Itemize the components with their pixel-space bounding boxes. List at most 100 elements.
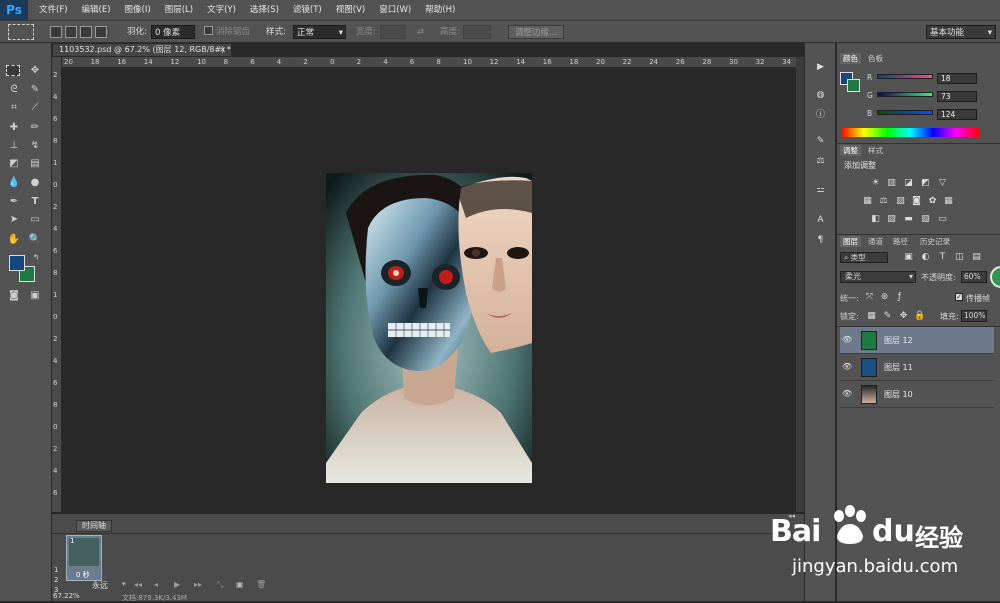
layer-filter-select[interactable]: ⌕ 类型 [840,252,888,263]
refine-edge-button[interactable]: 调整边缘... [508,25,565,39]
exposure-icon[interactable]: ◩ [920,178,931,189]
eye-icon[interactable]: 👁 [842,335,852,345]
color-lookup-icon[interactable]: ▦ [943,196,954,207]
tab-adjustments[interactable]: 调整 [840,145,861,156]
color-spectrum[interactable] [841,128,979,137]
g-value[interactable]: 73 [937,91,977,102]
brush-tool-icon[interactable]: ✏ [27,121,43,135]
b-slider[interactable] [877,110,933,115]
lock-pixels-icon[interactable]: ✎ [882,311,893,322]
lock-all-icon[interactable]: 🔒 [914,311,925,322]
duplicate-frame-icon[interactable]: ▣ [236,580,244,589]
foreground-color-swatch[interactable] [9,255,25,271]
intersect-selection-icon[interactable] [95,26,107,38]
canvas-scrollbar[interactable] [796,57,804,512]
tab-channels[interactable]: 通道 [865,236,886,247]
filter-pixel-icon[interactable]: ▣ [903,252,914,263]
layer-row[interactable]: 👁 图层 12 [840,327,994,354]
feather-input[interactable]: 0 像素 [151,25,195,39]
vibrance-icon[interactable]: ▽ [937,178,948,189]
healing-brush-tool-icon[interactable]: ✚ [6,121,22,135]
play-action-icon[interactable]: ▶ [815,62,826,73]
lock-transparent-icon[interactable]: ▦ [866,311,877,322]
shape-tool-icon[interactable]: ▭ [27,213,43,227]
blur-tool-icon[interactable]: 💧 [6,176,22,190]
filter-type-icon[interactable]: T [937,252,948,263]
unify-style-icon[interactable]: ƒ [894,292,905,303]
tab-paths[interactable]: 路径 [890,236,911,247]
antialias-checkbox[interactable] [204,26,213,35]
opacity-input[interactable]: 60% [961,271,987,283]
prev-frame-icon[interactable]: ◂ [154,580,158,589]
eyedropper-tool-icon[interactable]: ⟋ [27,101,43,115]
character-icon[interactable]: A [815,215,826,226]
document-tab[interactable]: 1103532.psd @ 67.2% (图层 12, RGB/8#) * × [52,43,232,57]
marquee-tool-preset-icon[interactable] [8,24,34,40]
menu-image[interactable]: 图像(I) [118,0,158,20]
next-frame-icon[interactable]: ▸▸ [194,580,202,589]
menu-view[interactable]: 视图(V) [329,0,372,20]
history-brush-tool-icon[interactable]: ↯ [27,139,43,153]
delete-frame-icon[interactable]: 🗑 [256,580,266,589]
tab-history[interactable]: 历史记录 [917,236,953,247]
posterize-icon[interactable]: ▨ [886,214,897,225]
blend-mode-select[interactable]: 柔光 ▾ [840,271,916,283]
selective-color-icon[interactable]: ▧ [920,214,931,225]
brightness-icon[interactable]: ☀ [870,178,881,189]
unify-visibility-icon[interactable]: ⊛ [879,292,890,303]
threshold-icon[interactable]: ▬ [903,214,914,225]
tab-layers[interactable]: 图层 [840,236,861,247]
close-icon[interactable]: × [219,44,226,56]
adjustments-icon[interactable]: ◍ [815,90,826,101]
menu-help[interactable]: 帮助(H) [418,0,462,20]
gradient-map-icon[interactable]: ▭ [937,214,948,225]
b-value[interactable]: 124 [937,109,977,120]
layer-row[interactable]: 👁 图层 10 [840,381,994,408]
subtract-selection-icon[interactable] [80,26,92,38]
tween-icon[interactable]: ⤡ [217,580,223,590]
menu-edit[interactable]: 编辑(E) [75,0,118,20]
hue-saturation-icon[interactable]: ▦ [862,196,873,207]
channel-mixer-icon[interactable]: ✿ [927,196,938,207]
doc-info[interactable]: 文档:879.3K/3.43M [122,593,187,603]
clone-source-icon[interactable]: ⚖ [815,156,826,167]
filter-smart-icon[interactable]: ▤ [971,252,982,263]
invert-icon[interactable]: ◧ [870,214,881,225]
add-selection-icon[interactable] [65,26,77,38]
move-tool-icon[interactable]: ✥ [27,64,43,78]
brush-preset-icon[interactable]: ✎ [815,136,826,147]
levels-icon[interactable]: ▥ [886,178,897,189]
loop-select[interactable]: 永远 [92,580,108,591]
chevron-down-icon[interactable]: ▾ [122,580,126,588]
menu-type[interactable]: 文字(Y) [200,0,243,20]
fill-input[interactable]: 100% [961,310,987,322]
new-selection-icon[interactable] [50,26,62,38]
menu-select[interactable]: 选择(S) [243,0,286,20]
propagate-frame-checkbox[interactable]: ✓ [955,293,963,301]
paragraph-icon[interactable]: ¶ [815,235,826,246]
lasso-tool-icon[interactable]: ᘓ [6,83,22,97]
first-frame-icon[interactable]: ◂◂ [134,580,142,589]
quick-select-tool-icon[interactable]: ✎ [27,83,43,97]
timeline-tab[interactable]: 时间轴 [76,520,112,532]
properties-icon[interactable]: ⚍ [815,185,826,196]
tab-color[interactable]: 颜色 [840,53,861,64]
height-input[interactable] [463,25,491,39]
hand-tool-icon[interactable]: ✋ [6,233,22,247]
g-slider[interactable] [877,92,933,97]
clone-stamp-tool-icon[interactable]: ⊥ [6,139,22,153]
filter-shape-icon[interactable]: ◫ [954,252,965,263]
curves-icon[interactable]: ◪ [903,178,914,189]
filter-adjustment-icon[interactable]: ◐ [920,252,931,263]
unify-position-icon[interactable]: ⤧ [864,292,875,303]
r-value[interactable]: 18 [937,73,977,84]
photo-filter-icon[interactable]: ◙ [911,196,922,207]
gradient-tool-icon[interactable]: ▤ [27,157,43,171]
workspace-select[interactable]: 基本功能 ▾ [926,25,996,39]
pen-tool-icon[interactable]: ✒ [6,195,22,209]
menu-layer[interactable]: 图层(L) [158,0,200,20]
zoom-tool-icon[interactable]: 🔍 [27,233,43,247]
eraser-tool-icon[interactable]: ◩ [6,157,22,171]
play-icon[interactable]: ▶ [174,580,180,589]
black-white-icon[interactable]: ▨ [895,196,906,207]
